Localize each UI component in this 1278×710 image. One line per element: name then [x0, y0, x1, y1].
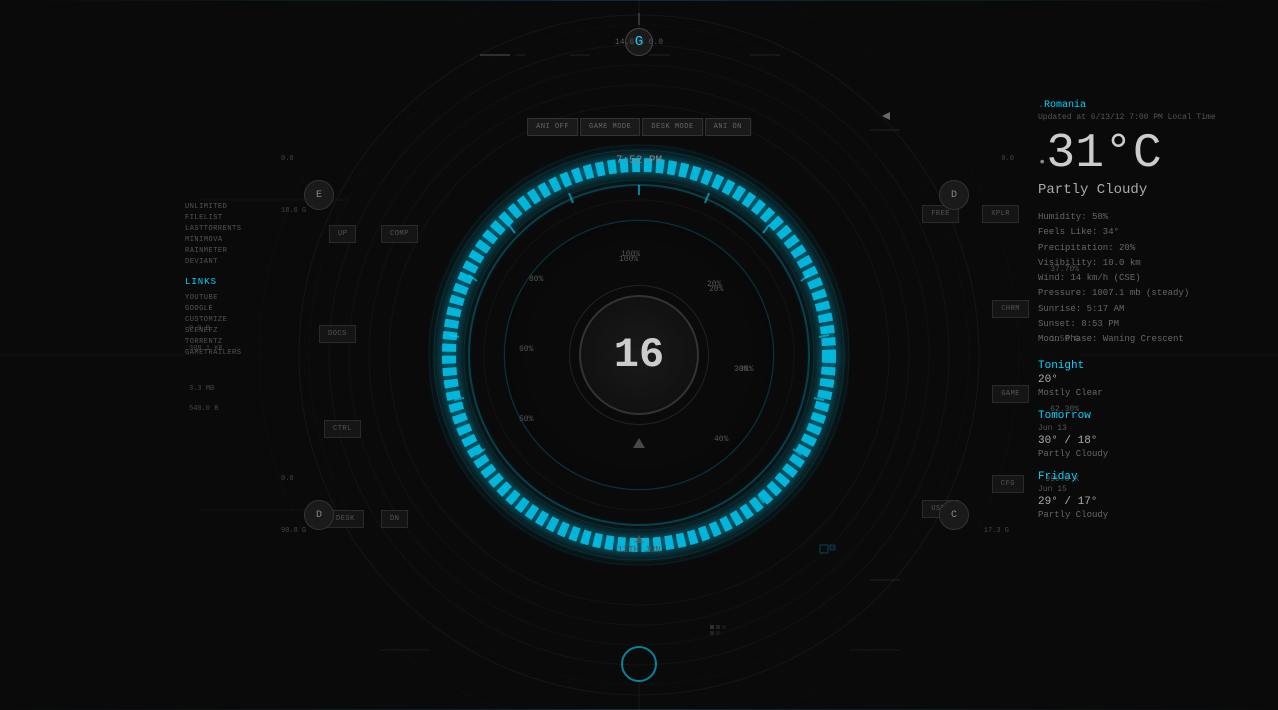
- chrm-module[interactable]: CHRM: [992, 300, 1029, 318]
- weather-details: Humidity: 58% Feels Like: 34° Precipitat…: [1038, 210, 1258, 348]
- corner-d-bottom-left: D: [304, 500, 334, 530]
- forecast-tomorrow: Tomorrow Jun 13 30° / 18° Partly Cloudy: [1038, 410, 1258, 459]
- links-title: LINKS: [185, 277, 241, 287]
- tonight-title: Tonight: [1038, 360, 1258, 372]
- pct-50-label: 50%: [519, 415, 533, 424]
- game-mode-button[interactable]: GAME MODE: [580, 118, 640, 136]
- center-number: 16: [614, 331, 664, 379]
- pct-30-label: 30%: [734, 365, 748, 374]
- youtube-link[interactable]: YOUTUBE: [185, 294, 241, 302]
- customize-link[interactable]: CUSTOMIZE: [185, 316, 241, 324]
- rainmeter-label[interactable]: RAINMETER: [185, 247, 241, 255]
- dn-module[interactable]: DN: [381, 510, 408, 528]
- weather-panel: .Romania Updated at 6/13/12 7:00 PM Loca…: [1038, 100, 1258, 528]
- humidity: Humidity: 58%: [1038, 210, 1258, 225]
- inner-arrow: [633, 435, 645, 453]
- bottom-arrow: [634, 530, 644, 548]
- ctrl-module[interactable]: CTRL: [324, 420, 361, 438]
- pressure: Pressure: 1007.1 mb (steady): [1038, 286, 1258, 301]
- ani-off-button[interactable]: ANI OFF: [527, 118, 578, 136]
- weather-location: .Romania: [1038, 100, 1258, 111]
- tonight-temp: 20°: [1038, 374, 1258, 386]
- corner-c-bottom-right: C: [939, 500, 969, 530]
- storage-val-4: 540.0 B: [189, 405, 218, 413]
- center-display: 16: [579, 295, 699, 415]
- pct-20-label: 20%: [709, 285, 723, 294]
- game-module[interactable]: GAME: [992, 385, 1029, 403]
- deviant-label[interactable]: DEVIANT: [185, 258, 241, 266]
- friday-temp: 29° / 17°: [1038, 496, 1258, 508]
- torrentz-link[interactable]: TORRENTZ: [185, 338, 241, 346]
- pct-40-label: 40%: [714, 435, 728, 444]
- google-link[interactable]: GOOGLE: [185, 305, 241, 313]
- weather-updated: Updated at 6/13/12 7:00 PM Local Time: [1038, 113, 1258, 122]
- friday-desc: Partly Cloudy: [1038, 510, 1258, 520]
- friday-date: Jun 15: [1038, 485, 1258, 494]
- friday-title: Friday: [1038, 471, 1258, 483]
- sunrise: Sunrise: 5:17 AM: [1038, 302, 1258, 317]
- weather-description: Partly Cloudy: [1038, 182, 1258, 198]
- tonight-desc: Mostly Clear: [1038, 388, 1258, 398]
- lasttorrents-label[interactable]: LASTTORRENTS: [185, 225, 241, 233]
- top-bar: [0, 0, 1278, 1]
- left-links-panel: UNLIMITED FILELIST LASTTORRENTS MINIMOVA…: [185, 203, 241, 357]
- temp-value: 31°C: [1046, 127, 1161, 181]
- corner-bl-sub: 90.8 G: [281, 527, 306, 535]
- corner-tl-val: 0.0: [281, 155, 294, 163]
- xplr-module[interactable]: XPLR: [982, 205, 1019, 223]
- sunset: Sunset: 8:53 PM: [1038, 317, 1258, 332]
- corner-bl-val: 0.0: [281, 475, 294, 483]
- pct-60-label: 60%: [519, 345, 533, 354]
- corner-br-sub: 17.3 G: [984, 527, 1009, 535]
- feels-like: Feels Like: 34°: [1038, 225, 1258, 240]
- corner-tl-sub: 18.6 G: [281, 207, 306, 215]
- ani-on-button[interactable]: ANI ON: [705, 118, 751, 136]
- corner-e-top-left: E: [304, 180, 334, 210]
- visibility: Visibility: 10.0 km: [1038, 256, 1258, 271]
- tomorrow-title: Tomorrow: [1038, 410, 1258, 422]
- top-values: 14.6 G 0.0: [615, 38, 663, 47]
- corner-tr-val: 0.0: [1001, 155, 1014, 163]
- minimova-label[interactable]: MINIMOVA: [185, 236, 241, 244]
- forecast-tonight: Tonight 20° Mostly Clear: [1038, 360, 1258, 398]
- location-text: Romania: [1044, 100, 1086, 111]
- corner-d-top-right: D: [939, 180, 969, 210]
- desk-mode-button[interactable]: DESK MODE: [642, 118, 702, 136]
- docs-module[interactable]: DOCS: [319, 325, 356, 343]
- tomorrow-temp: 30° / 18°: [1038, 435, 1258, 447]
- scenefz-link[interactable]: SCENEFZ: [185, 327, 241, 335]
- corner-c-label: C: [951, 510, 957, 521]
- corner-d-bl-label: D: [316, 510, 322, 521]
- unlimited-label[interactable]: UNLIMITED: [185, 203, 241, 211]
- weather-temperature: •31°C: [1038, 130, 1258, 178]
- wind: Wind: 14 km/h (CSE): [1038, 271, 1258, 286]
- filelist-label[interactable]: FILELIST: [185, 214, 241, 222]
- precipitation: Precipitation: 20%: [1038, 241, 1258, 256]
- forecast-friday: Friday Jun 15 29° / 17° Partly Cloudy: [1038, 471, 1258, 520]
- up-module[interactable]: UP: [329, 225, 356, 243]
- tomorrow-date: Jun 13: [1038, 424, 1258, 433]
- pct-100-label: 100%: [619, 255, 638, 264]
- gametrailers-link[interactable]: GAMETRAILERS: [185, 349, 241, 357]
- pct-80-label: 80%: [529, 275, 543, 284]
- comp-module[interactable]: COMP: [381, 225, 418, 243]
- time-display: 7:52 PM: [616, 155, 662, 167]
- bottom-circle: [621, 646, 657, 682]
- storage-val-3: 3.3 MB: [189, 385, 214, 393]
- cfg-module[interactable]: CFG: [992, 475, 1024, 493]
- moon-phase: Moon Phase: Waning Crescent: [1038, 332, 1258, 347]
- corner-d-label: D: [951, 190, 957, 201]
- corner-e-label: E: [316, 190, 322, 201]
- mode-buttons-container: ANI OFF GAME MODE DESK MODE ANI ON: [527, 118, 751, 136]
- tomorrow-desc: Partly Cloudy: [1038, 449, 1258, 459]
